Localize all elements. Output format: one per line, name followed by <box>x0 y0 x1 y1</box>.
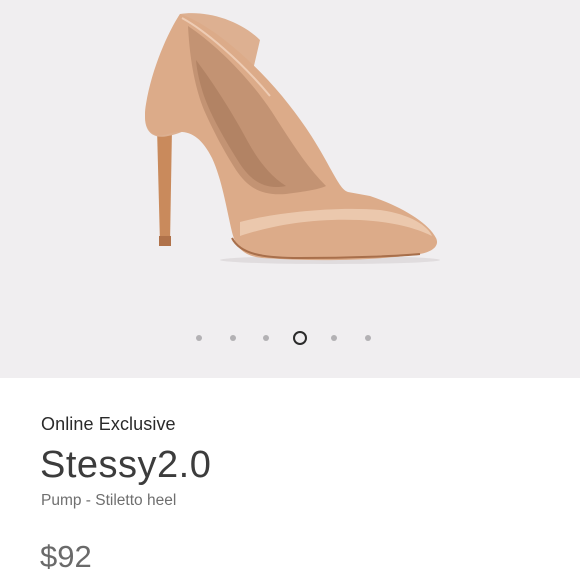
product-image <box>144 13 440 264</box>
carousel-dot[interactable] <box>196 335 202 341</box>
carousel-dot[interactable] <box>263 335 269 341</box>
product-info: Online Exclusive Stessy2.0 Pump - Stilet… <box>0 378 580 580</box>
product-subtitle: Pump - Stiletto heel <box>41 492 177 509</box>
product-name: Stessy2.0 <box>40 444 212 486</box>
carousel-dot[interactable] <box>365 335 371 341</box>
carousel-dot[interactable] <box>331 335 337 341</box>
carousel-dot-active[interactable] <box>293 331 307 345</box>
carousel-dot[interactable] <box>230 335 236 341</box>
product-price: $92 <box>40 539 92 574</box>
online-exclusive-label: Online Exclusive <box>41 414 176 434</box>
image-carousel-pagination <box>0 330 580 346</box>
product-image-gallery[interactable] <box>0 0 580 378</box>
